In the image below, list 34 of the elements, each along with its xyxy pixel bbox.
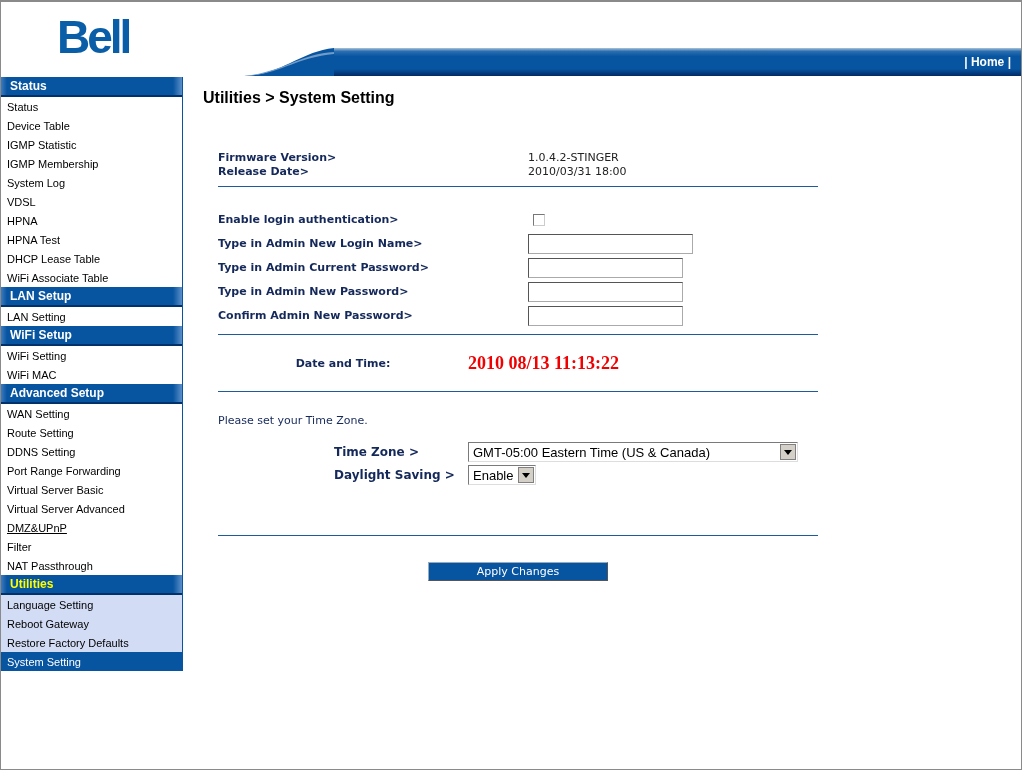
sidebar-section-header[interactable]: Status bbox=[1, 77, 182, 97]
sidebar-section-header[interactable]: Advanced Setup bbox=[1, 384, 182, 404]
info-label: Firmware Version> bbox=[218, 151, 338, 165]
field-label: Type in Admin New Login Name> bbox=[218, 237, 424, 250]
field-label: Type in Admin Current Password> bbox=[218, 261, 430, 274]
dropdown-select[interactable]: Enable bbox=[468, 465, 536, 485]
field-label: Type in Admin New Password> bbox=[218, 285, 410, 298]
time-zone-note: Please set your Time Zone. bbox=[218, 414, 369, 427]
password-field[interactable] bbox=[528, 305, 683, 326]
sidebar-section-header[interactable]: LAN Setup bbox=[1, 287, 182, 307]
sidebar-item[interactable]: Language Setting bbox=[1, 595, 182, 614]
date-time-value: 2010 08/13 11:13:22 bbox=[468, 352, 619, 374]
info-value: 1.0.4.2-STINGER bbox=[528, 151, 620, 165]
bell-logo: Bell bbox=[57, 14, 130, 60]
info-value: 2010/03/31 18:00 bbox=[528, 165, 628, 179]
field-label: Confirm Admin New Password> bbox=[218, 309, 414, 322]
field-label: Enable login authentication> bbox=[218, 213, 400, 226]
apply-button[interactable]: Apply Changes bbox=[428, 562, 608, 581]
sidebar-section-header[interactable]: Utilities bbox=[1, 575, 182, 595]
dropdown-select[interactable]: GMT-05:00 Eastern Time (US & Canada) bbox=[468, 442, 798, 462]
sidebar-item[interactable]: System Setting bbox=[1, 652, 182, 671]
page-title: Utilities > System Setting bbox=[203, 89, 396, 107]
login-checkbox[interactable] bbox=[533, 213, 545, 226]
password-field[interactable] bbox=[528, 257, 683, 278]
sidebar-item[interactable]: Reboot Gateway bbox=[1, 614, 182, 633]
date-time-label: Date and Time: bbox=[294, 356, 392, 370]
select-label: Daylight Saving > bbox=[334, 468, 456, 482]
password-field[interactable] bbox=[528, 281, 683, 302]
sidebar-item[interactable]: Restore Factory Defaults bbox=[1, 633, 182, 652]
select-label: Time Zone > bbox=[334, 445, 420, 459]
home-link[interactable]: | Home | bbox=[964, 55, 1011, 69]
sidebar-section-header[interactable]: WiFi Setup bbox=[1, 326, 182, 346]
input-field[interactable] bbox=[528, 233, 693, 254]
info-label: Release Date> bbox=[218, 165, 310, 179]
